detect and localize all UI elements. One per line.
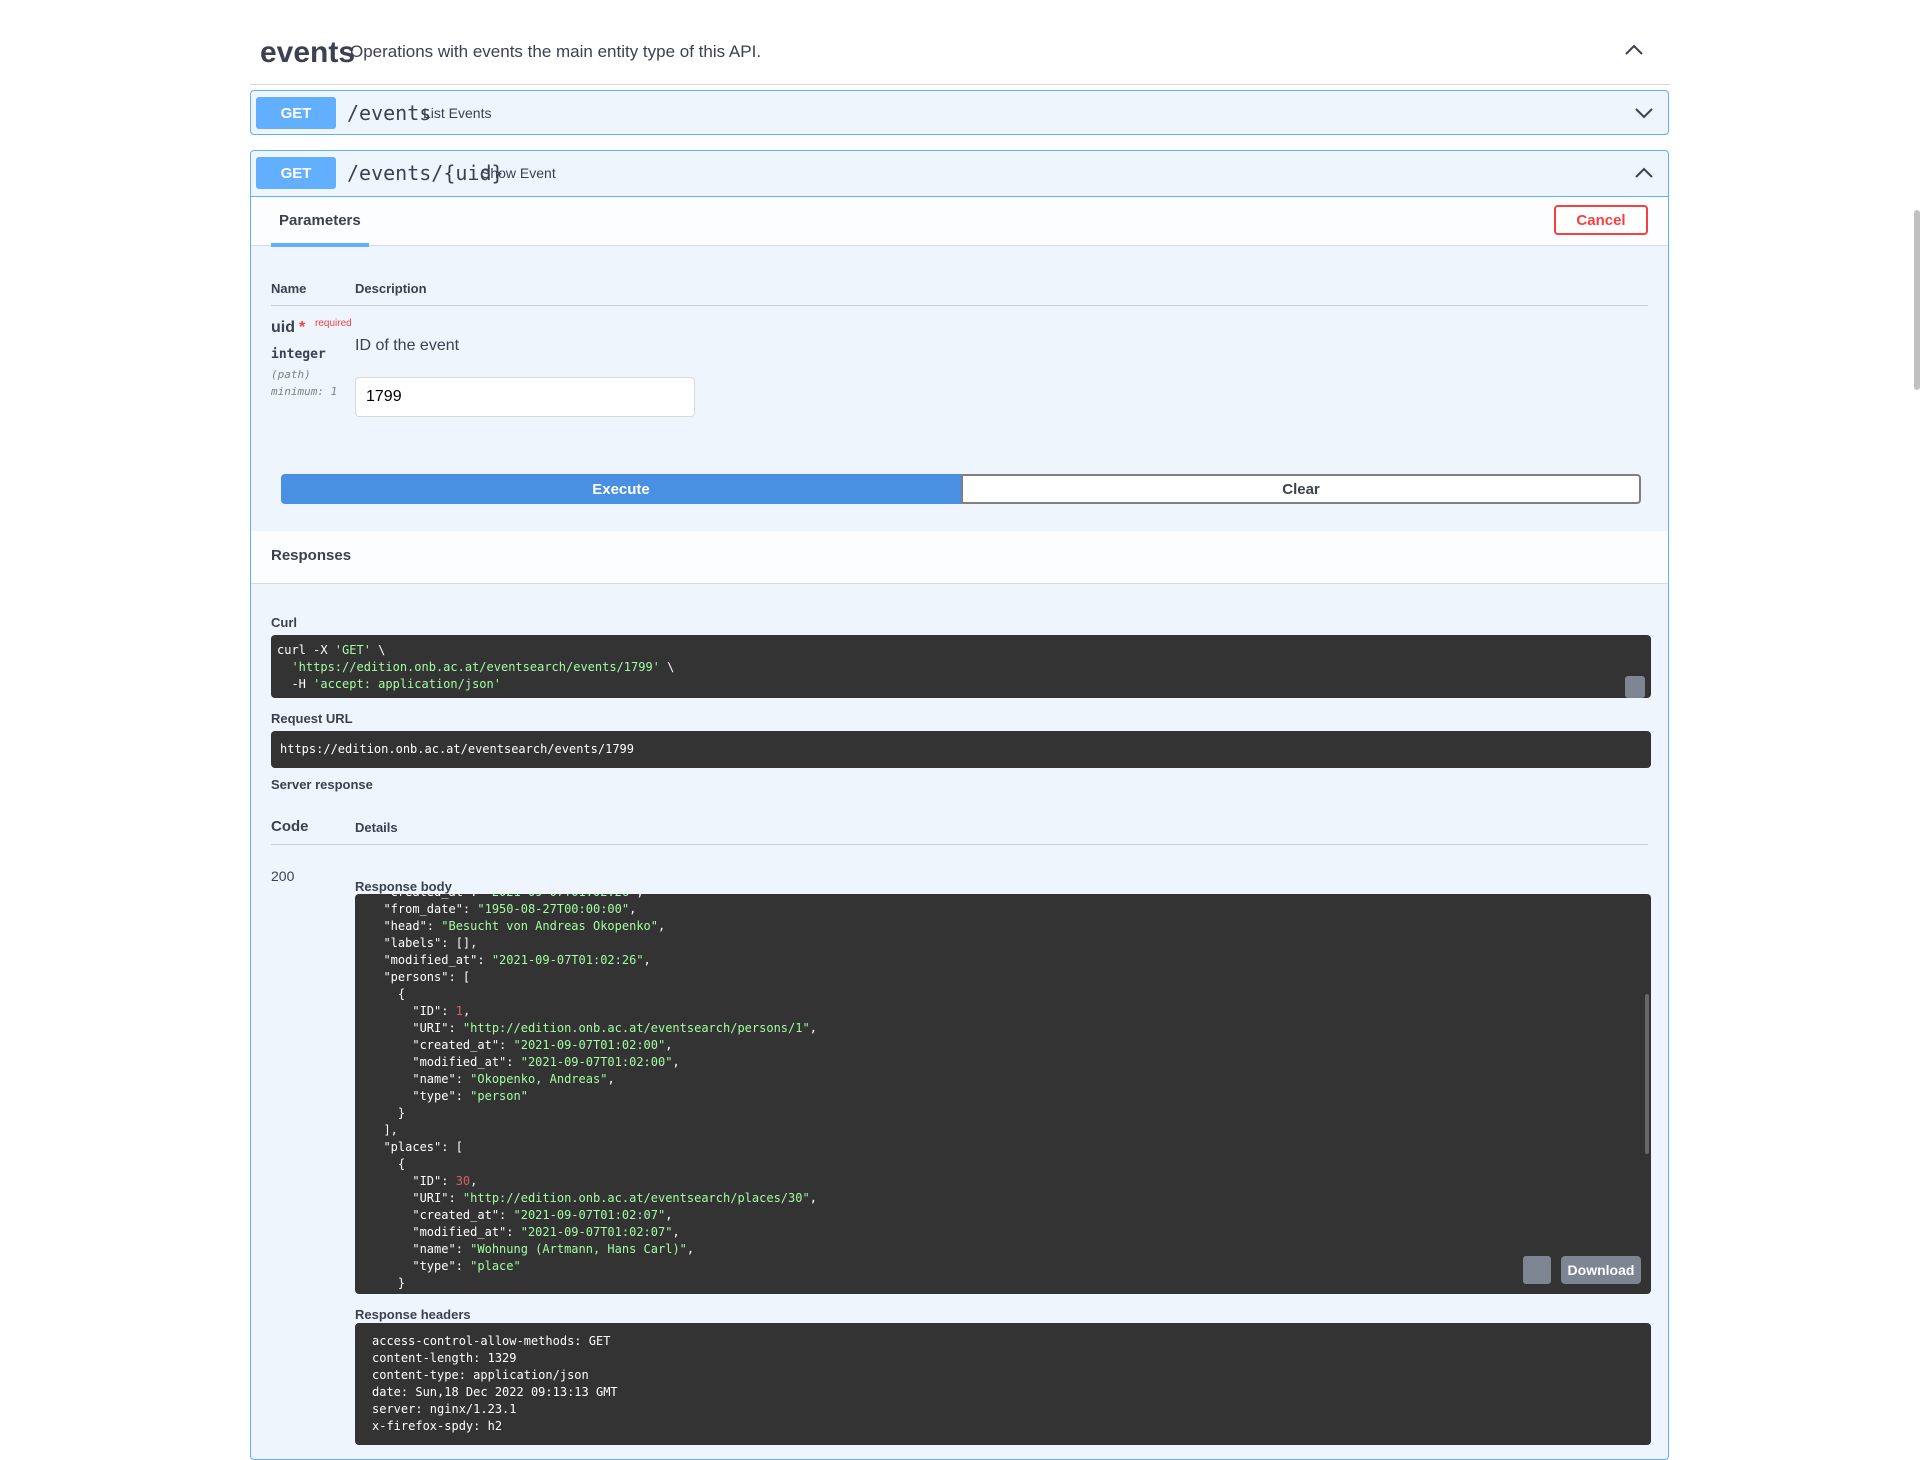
- opblock-get-event-uid: GET /events/{uid} Show Event Parameters …: [250, 150, 1669, 1460]
- required-star: *: [299, 319, 306, 336]
- param-location: (path): [271, 368, 311, 381]
- response-body-label: Response body: [355, 879, 452, 894]
- opblock-summary[interactable]: GET /events/{uid} Show Event: [251, 151, 1668, 196]
- json-line: "labels": [],: [369, 936, 478, 950]
- json-line: "from_date": "1950-08-27T00:00:00",: [369, 902, 637, 916]
- details-header: Details: [355, 820, 398, 835]
- column-header-description: Description: [355, 281, 427, 296]
- clear-button[interactable]: Clear: [961, 474, 1641, 504]
- response-headers: access-control-allow-methods: GET conten…: [355, 1323, 1651, 1445]
- json-line: "type": "person": [369, 1089, 528, 1103]
- param-type: integer: [271, 347, 326, 362]
- param-description: ID of the event: [355, 337, 460, 354]
- opblock-summary[interactable]: GET /events List Events: [251, 91, 1668, 136]
- json-line: "created_at": "2021-09-07T01:02:26",: [369, 894, 643, 899]
- method-badge: GET: [256, 157, 336, 189]
- code-header: Code: [271, 818, 309, 835]
- parameters-header: Parameters Cancel: [251, 197, 1668, 247]
- cancel-button[interactable]: Cancel: [1554, 205, 1648, 235]
- response-scrollbar[interactable]: [1645, 994, 1649, 1154]
- opblock-get-events[interactable]: GET /events List Events: [250, 90, 1669, 135]
- response-body-json: "created_at": "2021-09-07T01:02:26", "fr…: [369, 894, 817, 1292]
- json-line: "modified_at": "2021-09-07T01:02:00",: [369, 1055, 680, 1069]
- opblock-body: Parameters Cancel Name Description uid * …: [251, 196, 1668, 1459]
- tag-description: Operations with events the main entity t…: [350, 42, 762, 61]
- chevron-up-icon[interactable]: [1622, 38, 1646, 62]
- server-response-label: Server response: [271, 777, 373, 792]
- required-label: required: [315, 318, 352, 329]
- json-line: "modified_at": "2021-09-07T01:02:26",: [369, 953, 651, 967]
- request-url-label: Request URL: [271, 711, 353, 726]
- execute-button[interactable]: Execute: [281, 474, 961, 504]
- tab-parameters[interactable]: Parameters: [271, 197, 369, 247]
- curl-block[interactable]: curl -X 'GET' \ 'https://edition.onb.ac.…: [271, 635, 1651, 698]
- op-summary-text: Show Event: [481, 165, 556, 181]
- divider: [271, 844, 1648, 845]
- param-minimum: minimum: 1: [271, 385, 338, 398]
- request-url[interactable]: https://edition.onb.ac.at/eventsearch/ev…: [271, 731, 1651, 768]
- json-line: {: [369, 1157, 406, 1171]
- json-line: "head": "Besucht von Andreas Okopenko",: [369, 919, 666, 933]
- chevron-up-icon[interactable]: [1632, 161, 1656, 185]
- chevron-down-icon[interactable]: [1632, 101, 1656, 125]
- json-line: "ID": 1,: [369, 1004, 471, 1018]
- json-line: "type": "place": [369, 1259, 521, 1273]
- param-name: uid *: [271, 319, 306, 336]
- download-button[interactable]: Download: [1561, 1256, 1641, 1284]
- json-line: "persons": [: [369, 970, 471, 984]
- json-line: "modified_at": "2021-09-07T01:02:07",: [369, 1225, 680, 1239]
- response-headers-label: Response headers: [355, 1307, 471, 1322]
- json-line: }: [369, 1276, 406, 1290]
- curl-label: Curl: [271, 615, 297, 630]
- tag-title: events: [260, 36, 356, 69]
- json-line: "created_at": "2021-09-07T01:02:07",: [369, 1208, 673, 1222]
- json-line: {: [369, 987, 406, 1001]
- copy-icon[interactable]: [1523, 1256, 1551, 1284]
- method-badge: GET: [256, 97, 336, 129]
- responses-title: Responses: [271, 547, 352, 564]
- column-header-name: Name: [271, 281, 307, 296]
- json-line: "name": "Okopenko, Andreas",: [369, 1072, 615, 1086]
- copy-icon[interactable]: [1625, 676, 1645, 698]
- uid-input[interactable]: [355, 377, 695, 417]
- divider: [271, 305, 1648, 306]
- response-body[interactable]: "created_at": "2021-09-07T01:02:26", "fr…: [355, 894, 1651, 1294]
- json-line: "ID": 30,: [369, 1174, 478, 1188]
- json-line: "name": "Wohnung (Artmann, Hans Carl)",: [369, 1242, 695, 1256]
- response-code: 200: [271, 868, 295, 884]
- json-line: "places": [: [369, 1140, 463, 1154]
- op-summary-text: List Events: [423, 105, 492, 121]
- responses-header: Responses: [251, 531, 1668, 584]
- json-line: ],: [369, 1123, 398, 1137]
- tag-header-events[interactable]: events Operations with events the main e…: [250, 22, 1670, 85]
- json-line: "URI": "http://edition.onb.ac.at/eventse…: [369, 1021, 817, 1035]
- json-line: }: [369, 1106, 406, 1120]
- json-line: "created_at": "2021-09-07T01:02:00",: [369, 1038, 673, 1052]
- json-line: "URI": "http://edition.onb.ac.at/eventse…: [369, 1191, 817, 1205]
- op-path: /events: [347, 101, 432, 125]
- page-scrollbar[interactable]: [1914, 210, 1920, 390]
